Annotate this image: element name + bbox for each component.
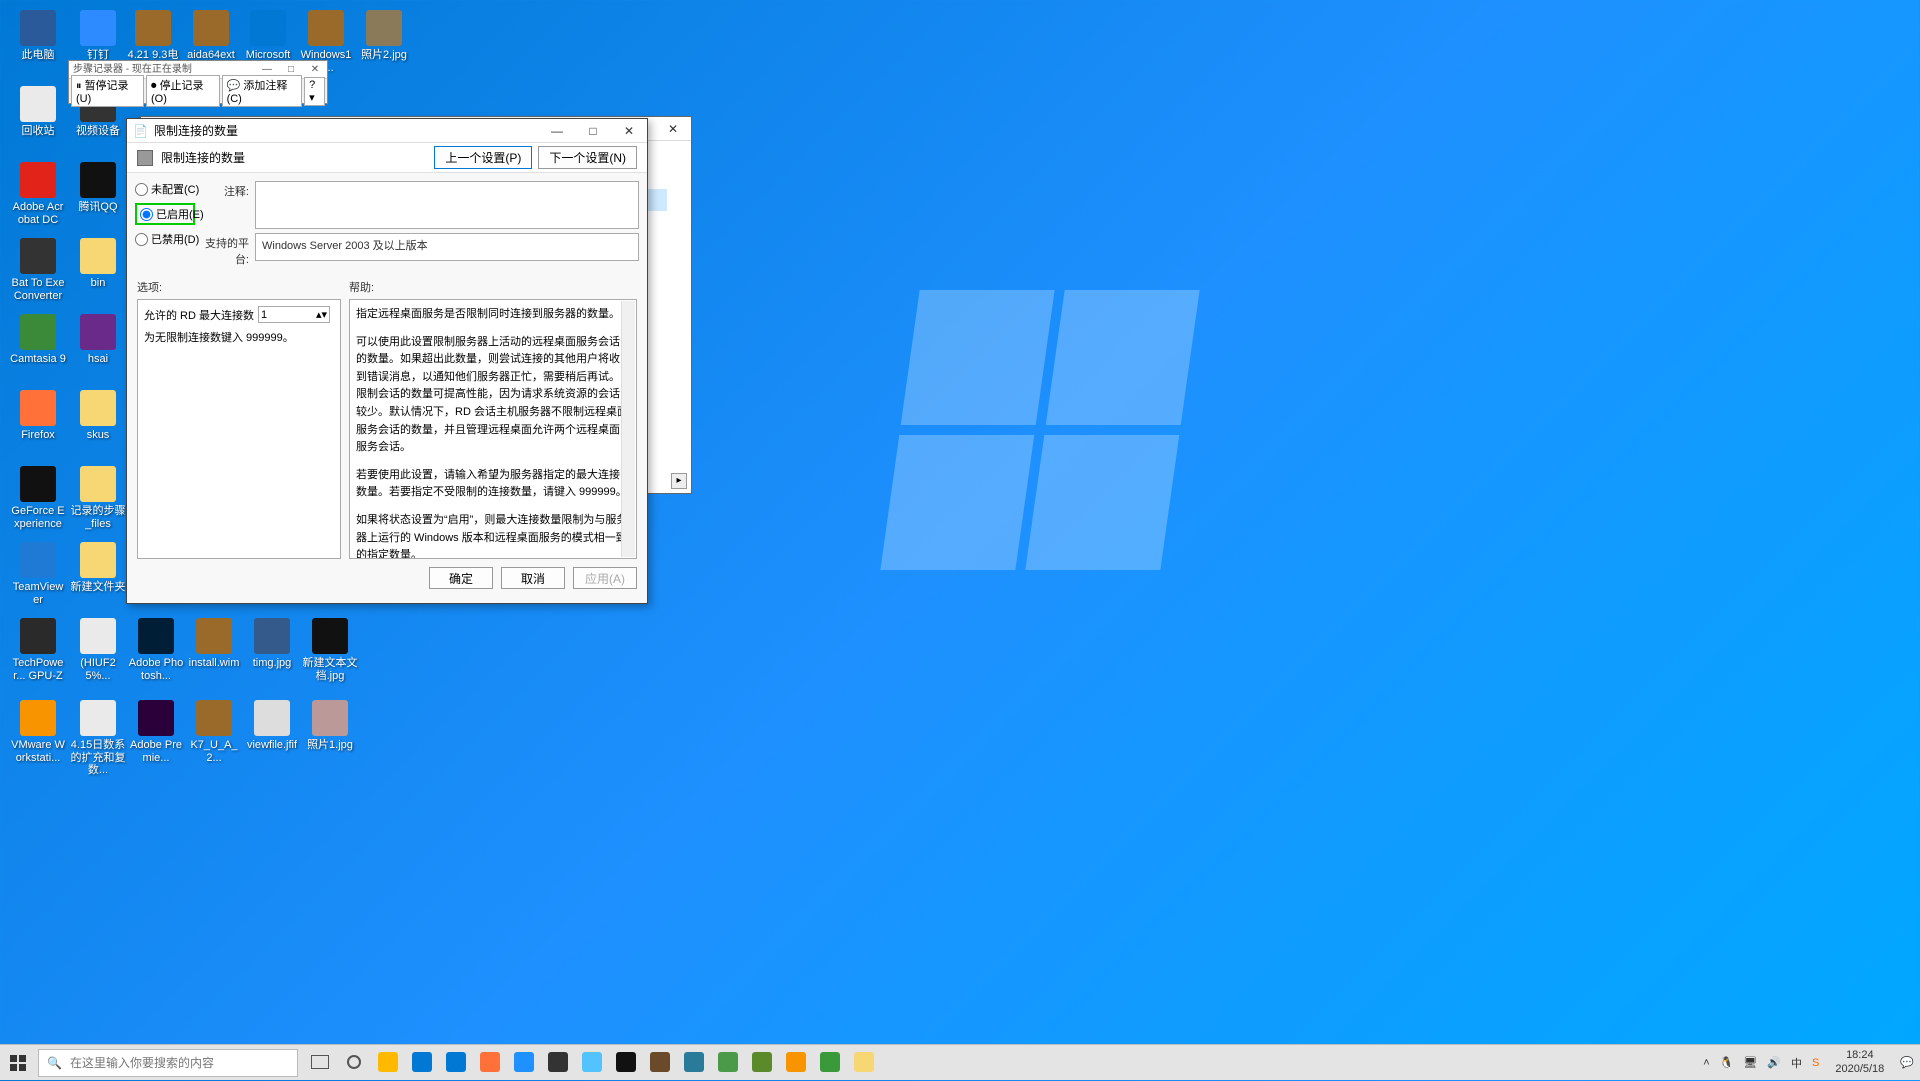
taskbar-app-icon[interactable] xyxy=(610,1047,642,1079)
tray-qq-icon[interactable]: 🐧 xyxy=(1720,1056,1734,1069)
scroll-right-button[interactable]: ▸ xyxy=(671,473,687,489)
comment-label: 注释: xyxy=(203,181,255,229)
platform-label: 支持的平台: xyxy=(203,233,255,267)
desktop-icon[interactable]: GeForce Experience xyxy=(10,466,66,530)
tray-network-icon[interactable]: 🖥 xyxy=(1743,1056,1757,1069)
action-center-icon[interactable]: 💬 xyxy=(1900,1056,1914,1069)
taskbar-app-icon[interactable] xyxy=(576,1047,608,1079)
desktop-icon[interactable]: viewfile.jfif xyxy=(244,700,300,752)
options-header: 选项: xyxy=(137,279,341,295)
options-panel: 允许的 RD 最大连接数 ▴▾ 为无限制连接数键入 999999。 xyxy=(137,299,341,559)
taskbar-app-icon[interactable] xyxy=(440,1047,472,1079)
help-panel: 指定远程桌面服务是否限制同时连接到服务器的数量。 可以使用此设置限制服务器上活动… xyxy=(349,299,637,559)
desktop-icon[interactable]: 钉钉 xyxy=(70,10,126,62)
dialog-minimize-button[interactable]: — xyxy=(539,119,575,143)
taskbar-app-icon[interactable] xyxy=(542,1047,574,1079)
desktop-icon[interactable]: Camtasia 9 xyxy=(10,314,66,366)
dialog-maximize-button[interactable]: □ xyxy=(575,119,611,143)
taskbar-app-icon[interactable] xyxy=(644,1047,676,1079)
help-button[interactable]: ?▾ xyxy=(304,77,325,106)
desktop-icon[interactable]: Bat To Exe Converter xyxy=(10,238,66,302)
taskbar-app-icon[interactable] xyxy=(712,1047,744,1079)
help-scrollbar[interactable] xyxy=(621,301,635,557)
tray-volume-icon[interactable]: 🔊 xyxy=(1767,1056,1781,1069)
taskbar-app-icon[interactable] xyxy=(848,1047,880,1079)
desktop-icon[interactable]: skus xyxy=(70,390,126,442)
ok-button[interactable]: 确定 xyxy=(429,567,493,589)
setting-icon xyxy=(137,150,153,166)
search-placeholder: 在这里输入你要搜索的内容 xyxy=(70,1054,214,1071)
desktop-icon[interactable]: TechPower... GPU-Z xyxy=(10,618,66,682)
dialog-icon: 📄 xyxy=(133,124,148,138)
cancel-button[interactable]: 取消 xyxy=(501,567,565,589)
desktop-icon[interactable]: Firefox xyxy=(10,390,66,442)
stop-record-button[interactable]: ⏺ 停止记录(O) xyxy=(146,75,220,107)
search-icon: 🔍 xyxy=(47,1056,62,1070)
apply-button[interactable]: 应用(A) xyxy=(573,567,637,589)
desktop-icon[interactable]: 此电脑 xyxy=(10,10,66,62)
platform-value: Windows Server 2003 及以上版本 xyxy=(255,233,639,261)
dialog-title: 限制连接的数量 xyxy=(148,122,539,139)
taskbar-app-icon[interactable] xyxy=(780,1047,812,1079)
taskbar: 🔍 在这里输入你要搜索的内容 ˄ 🐧 🖥 🔊 中 S 18:24 2020/5/… xyxy=(0,1044,1920,1080)
desktop-icon[interactable]: timg.jpg xyxy=(244,618,300,670)
start-button[interactable] xyxy=(0,1045,36,1081)
desktop-icon[interactable]: 4.15日数系的扩充和复数... xyxy=(70,700,126,777)
taskbar-pinned-icons xyxy=(304,1047,880,1079)
taskbar-app-icon[interactable] xyxy=(474,1047,506,1079)
desktop-icon[interactable]: install.wim xyxy=(186,618,242,670)
bgwin-close-button[interactable]: ✕ xyxy=(655,117,691,140)
taskbar-clock[interactable]: 18:24 2020/5/18 xyxy=(1829,1049,1890,1075)
close-button[interactable]: ✕ xyxy=(303,61,327,78)
desktop-icon[interactable]: (HIUF25%... xyxy=(70,618,126,682)
next-setting-button[interactable]: 下一个设置(N) xyxy=(538,146,637,169)
unlimited-hint: 为无限制连接数键入 999999。 xyxy=(144,329,334,345)
desktop-icon[interactable]: Adobe Premie... xyxy=(128,700,184,764)
desktop-icon[interactable]: 照片1.jpg xyxy=(302,700,358,752)
desktop-icon[interactable]: bin xyxy=(70,238,126,290)
add-comment-button[interactable]: 💬 添加注释(C) xyxy=(222,75,303,107)
desktop-icon[interactable]: 新建文件夹 xyxy=(70,542,126,594)
max-conn-spinner[interactable]: ▴▾ xyxy=(258,306,330,323)
search-box[interactable]: 🔍 在这里输入你要搜索的内容 xyxy=(38,1049,298,1077)
taskbar-app-icon[interactable] xyxy=(508,1047,540,1079)
desktop-icon[interactable]: 新建文本文档.jpg xyxy=(302,618,358,682)
taskbar-app-icon[interactable] xyxy=(814,1047,846,1079)
gpo-setting-dialog: 📄 限制连接的数量 — □ ✕ 限制连接的数量 上一个设置(P) 下一个设置(N… xyxy=(126,118,648,604)
dialog-close-button[interactable]: ✕ xyxy=(611,119,647,143)
desktop-icon[interactable]: K7_U_A_2... xyxy=(186,700,242,764)
desktop-icon[interactable]: Microsoft xyxy=(240,10,296,62)
desktop-icon[interactable]: 回收站 xyxy=(10,86,66,138)
help-header: 帮助: xyxy=(349,279,637,295)
desktop-icon[interactable]: Adobe Acrobat DC xyxy=(10,162,66,226)
cortana-button[interactable] xyxy=(338,1047,370,1079)
tray-sogou-icon[interactable]: S xyxy=(1812,1057,1819,1069)
tray-ime-icon[interactable]: 中 xyxy=(1791,1055,1802,1071)
desktop-icon[interactable]: Adobe Photosh... xyxy=(128,618,184,682)
taskbar-app-icon[interactable] xyxy=(406,1047,438,1079)
prev-setting-button[interactable]: 上一个设置(P) xyxy=(434,146,532,169)
taskbar-app-icon[interactable] xyxy=(372,1047,404,1079)
desktop-icon[interactable]: 记录的步骤_files xyxy=(70,466,126,530)
desktop-icon[interactable]: hsai xyxy=(70,314,126,366)
desktop-icon[interactable]: 腾讯QQ xyxy=(70,162,126,214)
radio-not-configured[interactable]: 未配置(C) xyxy=(135,181,195,197)
comment-textarea[interactable] xyxy=(255,181,639,229)
radio-disabled[interactable]: 已禁用(D) xyxy=(135,231,195,247)
taskbar-app-icon[interactable] xyxy=(678,1047,710,1079)
system-tray: ˄ 🐧 🖥 🔊 中 S 18:24 2020/5/18 💬 xyxy=(1703,1049,1920,1075)
radio-enabled[interactable]: 已启用(E) xyxy=(140,206,204,222)
tray-chevron-icon[interactable]: ˄ xyxy=(1703,1057,1709,1069)
setting-name: 限制连接的数量 xyxy=(161,149,428,166)
max-conn-label: 允许的 RD 最大连接数 xyxy=(144,307,254,323)
pause-record-button[interactable]: ⏸ 暂停记录(U) xyxy=(71,75,144,107)
desktop-icon[interactable]: 照片2.jpg xyxy=(356,10,412,62)
desktop-icon[interactable]: TeamViewer xyxy=(10,542,66,606)
task-view-button[interactable] xyxy=(304,1047,336,1079)
taskbar-app-icon[interactable] xyxy=(746,1047,778,1079)
desktop-icon[interactable]: VMware Workstati... xyxy=(10,700,66,764)
steps-recorder-window: 步骤记录器 - 现在正在录制 — □ ✕ ⏸ 暂停记录(U) ⏺ 停止记录(O)… xyxy=(68,60,328,104)
